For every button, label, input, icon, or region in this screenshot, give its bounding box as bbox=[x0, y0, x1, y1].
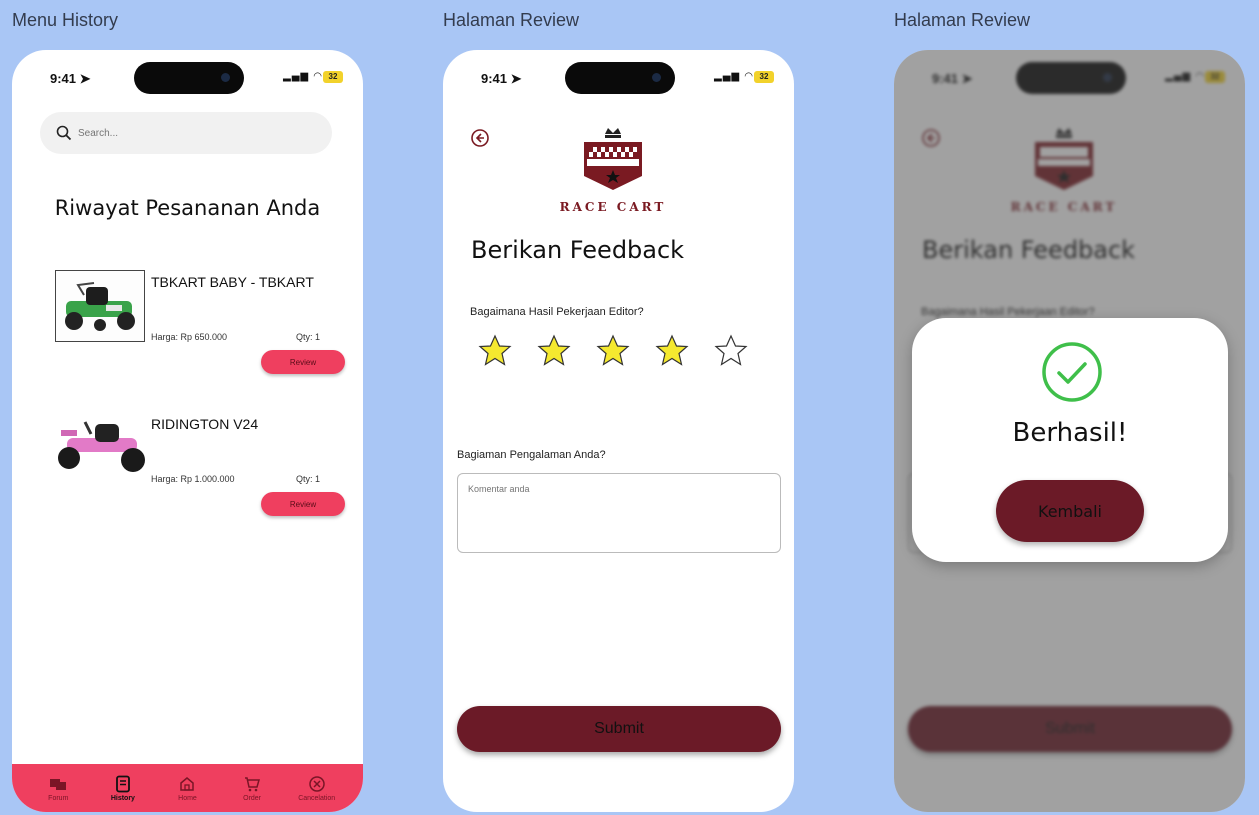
page-title: Riwayat Pesananan Anda bbox=[54, 196, 321, 220]
cart-icon bbox=[245, 776, 261, 791]
check-circle-icon bbox=[1042, 342, 1102, 402]
comment-field[interactable] bbox=[457, 473, 781, 553]
product-image-gokart bbox=[55, 412, 145, 484]
signal-wifi-icon: ▂▄▆ ◠ bbox=[714, 71, 754, 82]
success-dialog: Berhasil! Kembali bbox=[912, 318, 1228, 562]
product-name: RIDINGTON V24 bbox=[151, 416, 259, 432]
tab-label: Order bbox=[243, 794, 262, 802]
search-bar[interactable] bbox=[40, 112, 332, 154]
back-arrow-icon[interactable] bbox=[470, 128, 490, 148]
success-message: Berhasil! bbox=[1012, 418, 1128, 448]
star-empty-icon[interactable] bbox=[714, 334, 748, 368]
rating-question: Bagaimana Hasil Pekerjaan Editor? bbox=[470, 306, 644, 318]
tab-label: Home bbox=[178, 794, 197, 802]
tab-label: Forum bbox=[48, 794, 69, 802]
bottom-nav: Forum History Home Order Cancelation bbox=[12, 764, 363, 812]
order-item: TBKART BABY - TBKART Harga: Rp 650.000 Q… bbox=[12, 270, 363, 390]
back-button[interactable]: Kembali bbox=[996, 480, 1144, 542]
product-price: Harga: Rp 1.000.000 bbox=[151, 474, 235, 484]
frame-label-review: Halaman Review bbox=[443, 10, 580, 30]
product-name: TBKART BABY - TBKART bbox=[151, 274, 314, 290]
search-input[interactable] bbox=[78, 127, 298, 139]
search-icon bbox=[56, 125, 72, 141]
product-qty: Qty: 1 bbox=[296, 332, 321, 342]
dynamic-island bbox=[565, 62, 675, 94]
tab-order[interactable]: Order bbox=[224, 775, 280, 802]
tab-label: Cancelation bbox=[298, 794, 336, 802]
battery-icon: 32 bbox=[754, 71, 774, 83]
review-button[interactable]: Review bbox=[261, 350, 345, 374]
tab-history[interactable]: History bbox=[95, 775, 151, 802]
order-item: RIDINGTON V24 Harga: Rp 1.000.000 Qty: 1… bbox=[12, 412, 363, 532]
battery-icon: 32 bbox=[323, 71, 343, 83]
page-title: Berikan Feedback bbox=[471, 236, 685, 264]
forum-icon bbox=[50, 778, 67, 790]
star-filled-icon[interactable] bbox=[655, 334, 689, 368]
star-filled-icon[interactable] bbox=[537, 334, 571, 368]
submit-button[interactable]: Submit bbox=[457, 706, 781, 752]
review-button[interactable]: Review bbox=[261, 492, 345, 516]
dynamic-island bbox=[134, 62, 244, 94]
tab-label: History bbox=[110, 794, 135, 802]
home-icon bbox=[180, 776, 195, 791]
cancel-icon bbox=[308, 775, 325, 792]
review-screen: 9:41 ➤ ▂▄▆ ◠ 32 RACE CART Berikan Feedba… bbox=[443, 50, 794, 812]
product-price: Harga: Rp 650.000 bbox=[151, 332, 228, 342]
status-time: 9:41 ➤ bbox=[50, 71, 91, 86]
history-icon bbox=[115, 775, 130, 792]
race-cart-logo: RACE CART bbox=[551, 126, 675, 214]
tab-forum[interactable]: Forum bbox=[30, 775, 86, 802]
tab-home[interactable]: Home bbox=[159, 775, 215, 802]
status-bar: 9:41 ➤ ▂▄▆ ◠ 32 bbox=[443, 62, 794, 94]
experience-question: Bagiaman Pengalaman Anda? bbox=[457, 449, 606, 461]
history-screen: 9:41 ➤ ▂▄▆ ◠ 32 Riwayat Pesananan Anda T… bbox=[12, 50, 363, 812]
frame-label-history: Menu History bbox=[12, 10, 119, 30]
crest-icon bbox=[584, 128, 642, 190]
status-bar: 9:41 ➤ ▂▄▆ ◠ 32 bbox=[12, 62, 363, 94]
brand-name: RACE CART bbox=[559, 200, 667, 214]
review-success-screen: 9:41 ➤ ▂▄▆ ◠ 32 RACE CART Berikan Feedba… bbox=[894, 50, 1245, 812]
frame-label-success: Halaman Review bbox=[894, 10, 1031, 30]
product-qty: Qty: 1 bbox=[296, 474, 321, 484]
tab-cancelation[interactable]: Cancelation bbox=[289, 775, 345, 802]
star-filled-icon[interactable] bbox=[596, 334, 630, 368]
product-image-gokart bbox=[55, 270, 145, 342]
status-time: 9:41 ➤ bbox=[481, 71, 522, 86]
star-filled-icon[interactable] bbox=[478, 334, 512, 368]
signal-wifi-icon: ▂▄▆ ◠ bbox=[283, 71, 323, 82]
star-rating[interactable] bbox=[478, 334, 748, 368]
